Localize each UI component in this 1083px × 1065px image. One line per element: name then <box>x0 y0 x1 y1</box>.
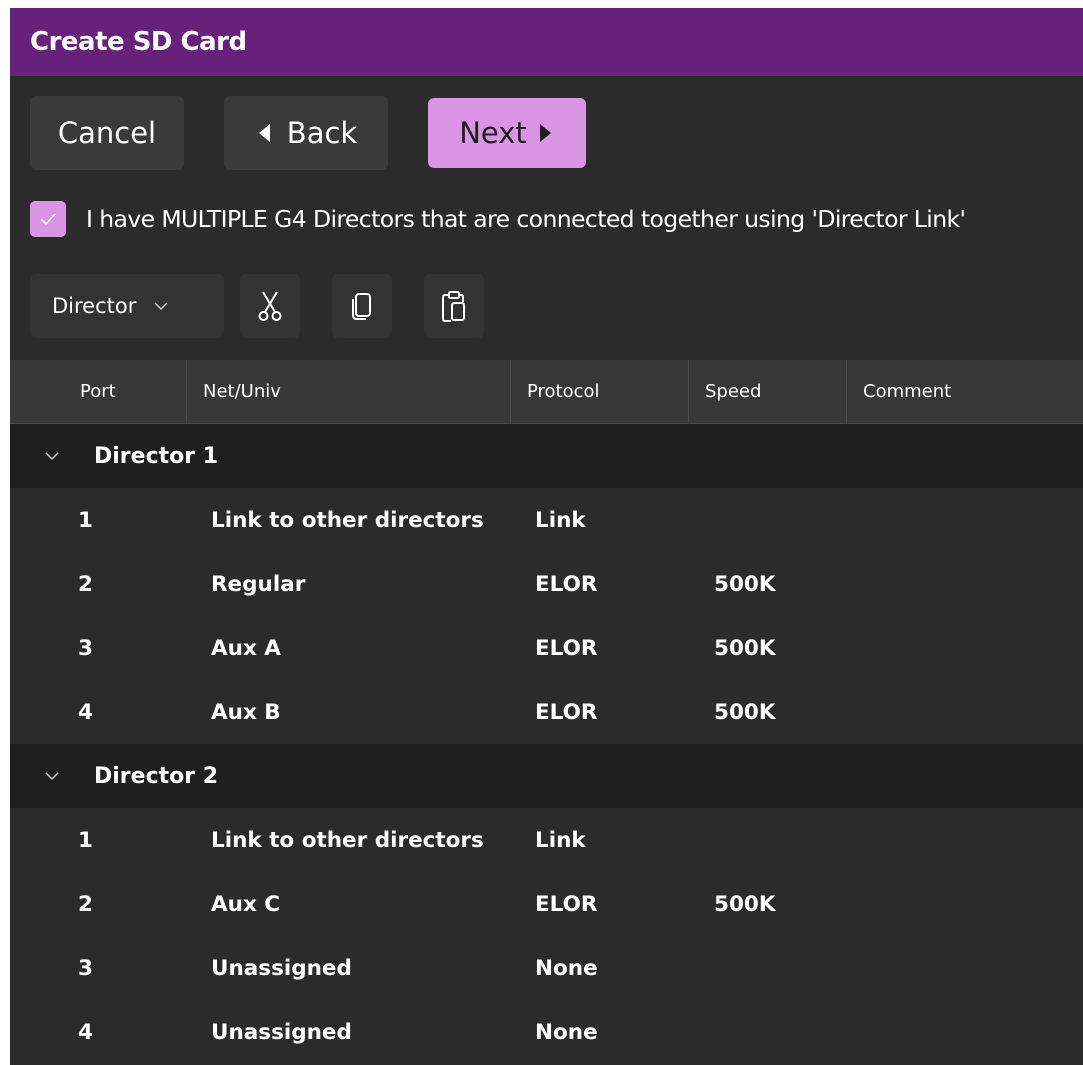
cell-net-univ: Unassigned <box>211 1019 352 1045</box>
view-dropdown[interactable]: Director <box>30 274 224 338</box>
cell-net-univ: Aux B <box>211 699 281 725</box>
group-title: Director 2 <box>94 763 219 789</box>
cut-icon <box>258 291 282 321</box>
chevron-down-icon <box>154 301 168 310</box>
paste-button[interactable] <box>424 274 484 338</box>
table-header: Port Net/Univ Protocol Speed Comment <box>10 360 1083 424</box>
column-header-comment[interactable]: Comment <box>846 360 1083 423</box>
copy-button[interactable] <box>332 274 392 338</box>
back-button[interactable]: Back <box>224 96 388 170</box>
group-header-director-2[interactable]: Director 2 <box>10 744 1083 808</box>
table-row[interactable]: 3 Unassigned None <box>10 936 1083 1000</box>
multi-director-checkbox[interactable] <box>30 201 66 237</box>
cell-net-univ: Regular <box>211 571 306 597</box>
cell-net-univ: Aux C <box>211 891 281 917</box>
back-label: Back <box>286 116 358 150</box>
cell-port: 4 <box>78 1019 93 1045</box>
title-bar: Create SD Card <box>10 8 1083 76</box>
cell-port: 2 <box>78 891 93 917</box>
table-row[interactable]: 4 Aux B ELOR 500K <box>10 680 1083 744</box>
wizard-toolbar: Cancel Back Next <box>30 96 586 170</box>
cell-port: 4 <box>78 699 93 725</box>
column-header-protocol[interactable]: Protocol <box>510 360 688 423</box>
create-sd-card-window: Create SD Card Cancel Back Next I have M… <box>10 8 1083 1065</box>
cancel-label: Cancel <box>57 116 157 150</box>
chevron-left-icon <box>255 122 273 144</box>
table-row[interactable]: 1 Link to other directors Link <box>10 808 1083 872</box>
cell-net-univ: Unassigned <box>211 955 352 981</box>
chevron-right-icon <box>537 122 555 144</box>
cell-net-univ: Link to other directors <box>211 827 484 853</box>
next-label: Next <box>459 116 527 150</box>
chevron-down-icon[interactable] <box>10 451 94 461</box>
multi-director-label: I have MULTIPLE G4 Directors that are co… <box>86 205 966 233</box>
cell-speed: 500K <box>714 699 776 725</box>
multi-director-option: I have MULTIPLE G4 Directors that are co… <box>30 201 966 237</box>
cell-protocol: ELOR <box>535 635 598 661</box>
cell-protocol: None <box>535 1019 598 1045</box>
cell-protocol: None <box>535 955 598 981</box>
cell-protocol: ELOR <box>535 891 598 917</box>
column-header-port[interactable]: Port <box>10 360 186 423</box>
table-row[interactable]: 2 Regular ELOR 500K <box>10 552 1083 616</box>
cell-port: 1 <box>78 507 93 533</box>
cell-port: 2 <box>78 571 93 597</box>
table-row[interactable]: 2 Aux C ELOR 500K <box>10 872 1083 936</box>
cell-port: 1 <box>78 827 93 853</box>
cell-speed: 500K <box>714 571 776 597</box>
table-row[interactable]: 3 Aux A ELOR 500K <box>10 616 1083 680</box>
table-row[interactable]: 1 Link to other directors Link <box>10 488 1083 552</box>
cell-protocol: ELOR <box>535 699 598 725</box>
cell-port: 3 <box>78 955 93 981</box>
port-table: Port Net/Univ Protocol Speed Comment Dir… <box>10 360 1083 1064</box>
cell-net-univ: Link to other directors <box>211 507 484 533</box>
checkmark-icon <box>40 213 56 226</box>
window-title: Create SD Card <box>30 27 247 57</box>
edit-tools: Director <box>30 274 484 338</box>
paste-icon <box>442 291 465 322</box>
copy-icon <box>352 293 371 320</box>
cell-protocol: Link <box>535 827 586 853</box>
chevron-down-icon[interactable] <box>10 771 94 781</box>
cell-speed: 500K <box>714 891 776 917</box>
cell-net-univ: Aux A <box>211 635 281 661</box>
cancel-button[interactable]: Cancel <box>30 96 184 170</box>
table-row[interactable]: 4 Unassigned None <box>10 1000 1083 1064</box>
cut-button[interactable] <box>240 274 300 338</box>
cell-speed: 500K <box>714 635 776 661</box>
view-dropdown-value: Director <box>52 294 137 318</box>
cell-protocol: ELOR <box>535 571 598 597</box>
next-button[interactable]: Next <box>428 98 586 168</box>
cell-port: 3 <box>78 635 93 661</box>
column-header-net-univ[interactable]: Net/Univ <box>186 360 510 423</box>
group-title: Director 1 <box>94 443 219 469</box>
column-header-speed[interactable]: Speed <box>688 360 846 423</box>
cell-protocol: Link <box>535 507 586 533</box>
group-header-director-1[interactable]: Director 1 <box>10 424 1083 488</box>
